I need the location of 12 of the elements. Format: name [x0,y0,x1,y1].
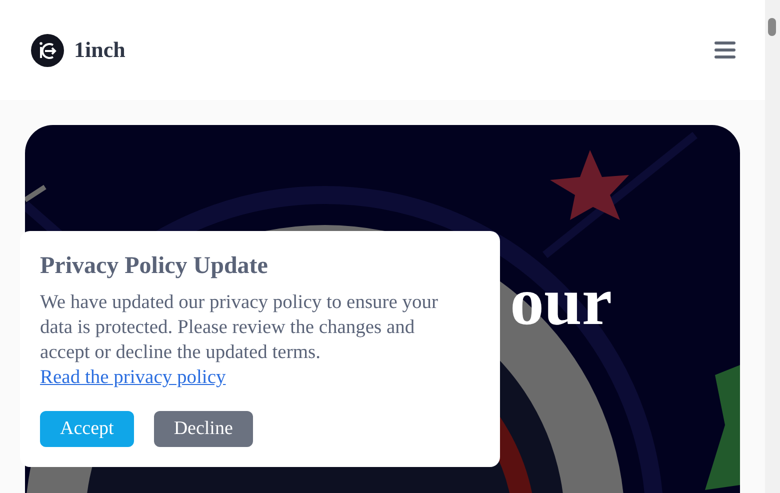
dialog-message: We have updated our privacy policy to ensure your data is protected. Please review the changes and accept or decline the updated terms. Read the privacy policy [40,291,440,390]
hero-heading-fragment: our [510,267,612,335]
scrollbar-thumb[interactable] [768,18,776,36]
privacy-policy-link[interactable]: Read the privacy policy [40,367,226,388]
brand-name[interactable]: 1inch [74,37,126,63]
scrollbar[interactable] [765,0,780,493]
menu-icon [714,41,736,59]
menu-button[interactable] [712,39,738,61]
decline-button[interactable]: Decline [154,411,253,447]
dialog-title: Privacy Policy Update [40,253,269,280]
logo-icon [31,34,64,66]
accept-button[interactable]: Accept [40,411,134,447]
